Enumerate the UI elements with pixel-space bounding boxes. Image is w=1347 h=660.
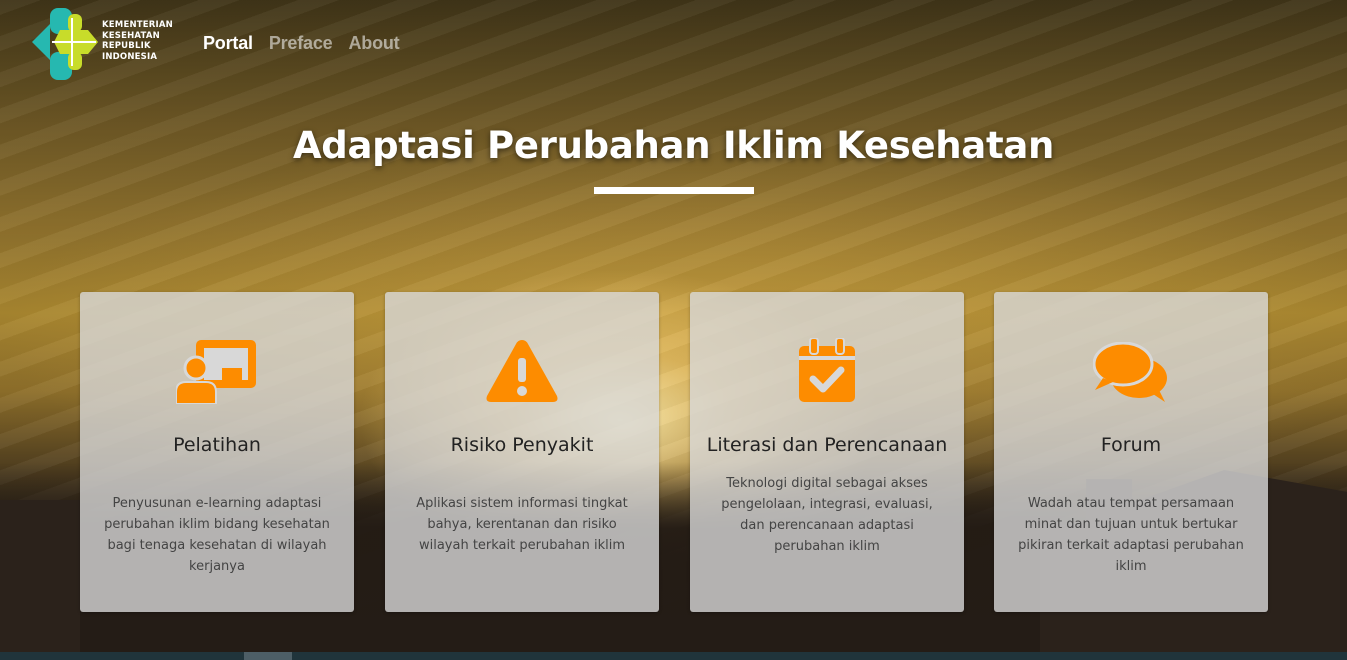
building-silhouette xyxy=(0,500,80,652)
logo-line: KESEHATAN xyxy=(102,30,160,41)
taskbar-item[interactable] xyxy=(244,652,292,660)
calendar-check-icon xyxy=(690,338,964,408)
warning-triangle-icon xyxy=(385,338,659,408)
nav-preface[interactable]: Preface xyxy=(269,33,333,54)
card-forum[interactable]: Forum Wadah atau tempat persamaan minat … xyxy=(994,292,1268,612)
card-description: Wadah atau tempat persamaan minat dan tu… xyxy=(1018,496,1244,574)
main-nav: Portal Preface About xyxy=(203,33,400,54)
card-description: Aplikasi sistem informasi tingkat bahya,… xyxy=(416,496,628,553)
taskbar-strip xyxy=(0,652,1347,660)
nav-about[interactable]: About xyxy=(348,33,399,54)
card-pelatihan[interactable]: Pelatihan Penyusunan e-learning adaptasi… xyxy=(80,292,354,612)
card-title: Pelatihan xyxy=(173,434,261,456)
logo-line: INDONESIA xyxy=(102,51,158,62)
logo-line: KEMENTERIAN xyxy=(102,20,173,30)
card-title: Forum xyxy=(1100,434,1162,456)
title-underline xyxy=(594,187,754,194)
card-title: Literasi dan Perencanaan xyxy=(706,434,948,456)
card-description: Teknologi digital sebagai akses pengelol… xyxy=(721,476,933,554)
card-risiko-penyakit[interactable]: Risiko Penyakit Aplikasi sistem informas… xyxy=(385,292,659,612)
page-title: Adaptasi Perubahan Iklim Kesehatan xyxy=(292,124,1055,167)
card-description: Penyusunan e-learning adaptasi perubahan… xyxy=(104,496,330,574)
kemenkes-logo[interactable]: KEMENTERIAN KESEHATAN REPUBLIK INDONESIA xyxy=(30,8,180,80)
teacher-board-icon xyxy=(80,338,354,408)
comments-icon xyxy=(994,342,1268,412)
logo-line: REPUBLIK xyxy=(102,41,151,51)
card-title: Risiko Penyakit xyxy=(450,434,594,456)
logo-text: KEMENTERIAN KESEHATAN REPUBLIK INDONESIA xyxy=(102,20,173,62)
kemenkes-logo-icon xyxy=(32,8,98,80)
nav-portal[interactable]: Portal xyxy=(203,33,253,54)
card-literasi-perencanaan[interactable]: Literasi dan Perencanaan Teknologi digit… xyxy=(690,292,964,612)
